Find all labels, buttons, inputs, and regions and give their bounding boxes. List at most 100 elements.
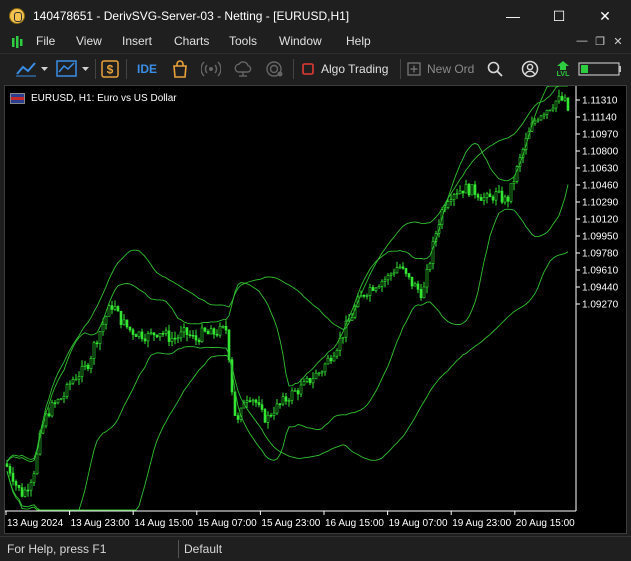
menu-bar: File View Insert Charts Tools Window Hel… bbox=[0, 32, 631, 52]
ide-button[interactable]: IDE bbox=[134, 54, 160, 84]
candle bbox=[170, 332, 174, 347]
candle bbox=[20, 483, 24, 498]
candle bbox=[560, 91, 564, 102]
chart-symbol-text: EURUSD, H1: Euro vs US Dollar bbox=[31, 92, 177, 104]
minimize-button[interactable]: — bbox=[490, 0, 536, 32]
candle bbox=[218, 322, 222, 338]
maximize-button[interactable]: ☐ bbox=[536, 0, 582, 32]
menu-tools[interactable]: Tools bbox=[229, 34, 257, 48]
y-tick-label: 1.09780 bbox=[582, 249, 619, 260]
candle bbox=[428, 261, 432, 273]
candle bbox=[188, 330, 192, 338]
candle bbox=[65, 382, 69, 400]
y-tick-label: 1.09270 bbox=[582, 300, 619, 311]
candle bbox=[284, 392, 288, 405]
indicators-icon bbox=[56, 60, 89, 77]
level-button[interactable]: LVL bbox=[552, 54, 574, 84]
candle bbox=[95, 340, 99, 348]
candle bbox=[134, 333, 138, 337]
candle bbox=[314, 369, 318, 380]
level-badge: LVL bbox=[556, 70, 570, 78]
y-tick-label: 1.11310 bbox=[582, 96, 618, 107]
candle bbox=[452, 192, 456, 207]
candle bbox=[182, 323, 186, 338]
candle bbox=[191, 329, 195, 339]
mdi-restore-button[interactable]: ❐ bbox=[592, 33, 608, 49]
window-title: 140478651 - DerivSVG-Server-03 - Netting… bbox=[33, 9, 350, 23]
candle bbox=[488, 189, 492, 198]
toolbar: $ IDE Algo Trading New Ord LVL bbox=[0, 53, 631, 84]
candle bbox=[464, 179, 468, 194]
y-tick-label: 1.10120 bbox=[582, 215, 619, 226]
chart-window[interactable]: 1.11310 1.11140 1.10970 1.10800 1.10630 1.104… bbox=[4, 85, 627, 534]
menu-window[interactable]: Window bbox=[279, 34, 322, 48]
candle bbox=[371, 284, 375, 292]
candle bbox=[149, 328, 153, 336]
ide-icon: IDE bbox=[136, 62, 157, 76]
menu-help[interactable]: Help bbox=[346, 34, 371, 48]
candle bbox=[404, 267, 408, 277]
signals-button[interactable] bbox=[200, 54, 222, 84]
candle bbox=[392, 268, 396, 277]
indicators-button[interactable] bbox=[55, 54, 93, 84]
candle bbox=[143, 333, 147, 344]
candle bbox=[71, 376, 75, 385]
menu-charts[interactable]: Charts bbox=[174, 34, 209, 48]
menu-insert[interactable]: Insert bbox=[122, 34, 152, 48]
candle bbox=[68, 380, 72, 391]
menu-file[interactable]: File bbox=[36, 34, 55, 48]
candle bbox=[398, 264, 402, 270]
market-button[interactable] bbox=[169, 54, 191, 84]
candle bbox=[323, 362, 327, 376]
app-logo-icon bbox=[9, 8, 25, 24]
y-tick-label: 1.09610 bbox=[582, 266, 619, 277]
candle bbox=[467, 182, 471, 197]
x-tick-label: 13 Aug 2024 bbox=[7, 518, 64, 529]
candle bbox=[275, 399, 279, 415]
algo-trading-button[interactable]: Algo Trading bbox=[302, 54, 396, 84]
close-button[interactable]: ✕ bbox=[582, 0, 628, 32]
candle bbox=[14, 479, 18, 491]
y-tick-label: 1.10800 bbox=[582, 147, 619, 158]
account-button[interactable] bbox=[519, 54, 541, 84]
candle bbox=[200, 323, 204, 343]
dollar-button[interactable]: $ bbox=[99, 54, 121, 84]
candle bbox=[506, 194, 510, 208]
menu-view[interactable]: View bbox=[76, 34, 102, 48]
candle bbox=[290, 387, 294, 405]
candle bbox=[329, 354, 333, 365]
candle bbox=[335, 348, 339, 360]
candle bbox=[296, 387, 300, 401]
y-tick-label: 1.10460 bbox=[582, 181, 619, 192]
candle bbox=[140, 328, 144, 342]
account-icon bbox=[521, 60, 539, 78]
candle bbox=[272, 406, 276, 420]
candle bbox=[479, 194, 483, 201]
candle bbox=[167, 324, 171, 347]
mdi-minimize-button[interactable]: — bbox=[574, 33, 590, 49]
candle bbox=[458, 185, 462, 195]
candle bbox=[539, 114, 543, 121]
candle bbox=[254, 398, 258, 407]
mdi-close-button[interactable]: ✕ bbox=[610, 33, 626, 49]
candle bbox=[563, 94, 567, 102]
candle bbox=[500, 186, 504, 205]
candle bbox=[317, 371, 321, 377]
search-button[interactable] bbox=[484, 54, 506, 84]
new-order-button[interactable]: New Ord bbox=[406, 54, 478, 84]
services-button[interactable] bbox=[264, 54, 286, 84]
candle bbox=[50, 399, 54, 418]
candle bbox=[374, 286, 378, 293]
candle bbox=[224, 320, 228, 334]
candle bbox=[104, 315, 108, 330]
candle bbox=[320, 370, 324, 377]
candle bbox=[503, 194, 507, 205]
candle bbox=[302, 378, 306, 386]
vps-button[interactable] bbox=[232, 54, 254, 84]
candle bbox=[179, 325, 183, 342]
x-tick-label: 16 Aug 15:00 bbox=[325, 518, 384, 529]
candle bbox=[536, 117, 540, 123]
price-chart[interactable]: 1.11310 1.11140 1.10970 1.10800 1.10630 1.104… bbox=[5, 86, 626, 533]
chart-type-button[interactable] bbox=[14, 54, 52, 84]
candle bbox=[386, 273, 390, 285]
